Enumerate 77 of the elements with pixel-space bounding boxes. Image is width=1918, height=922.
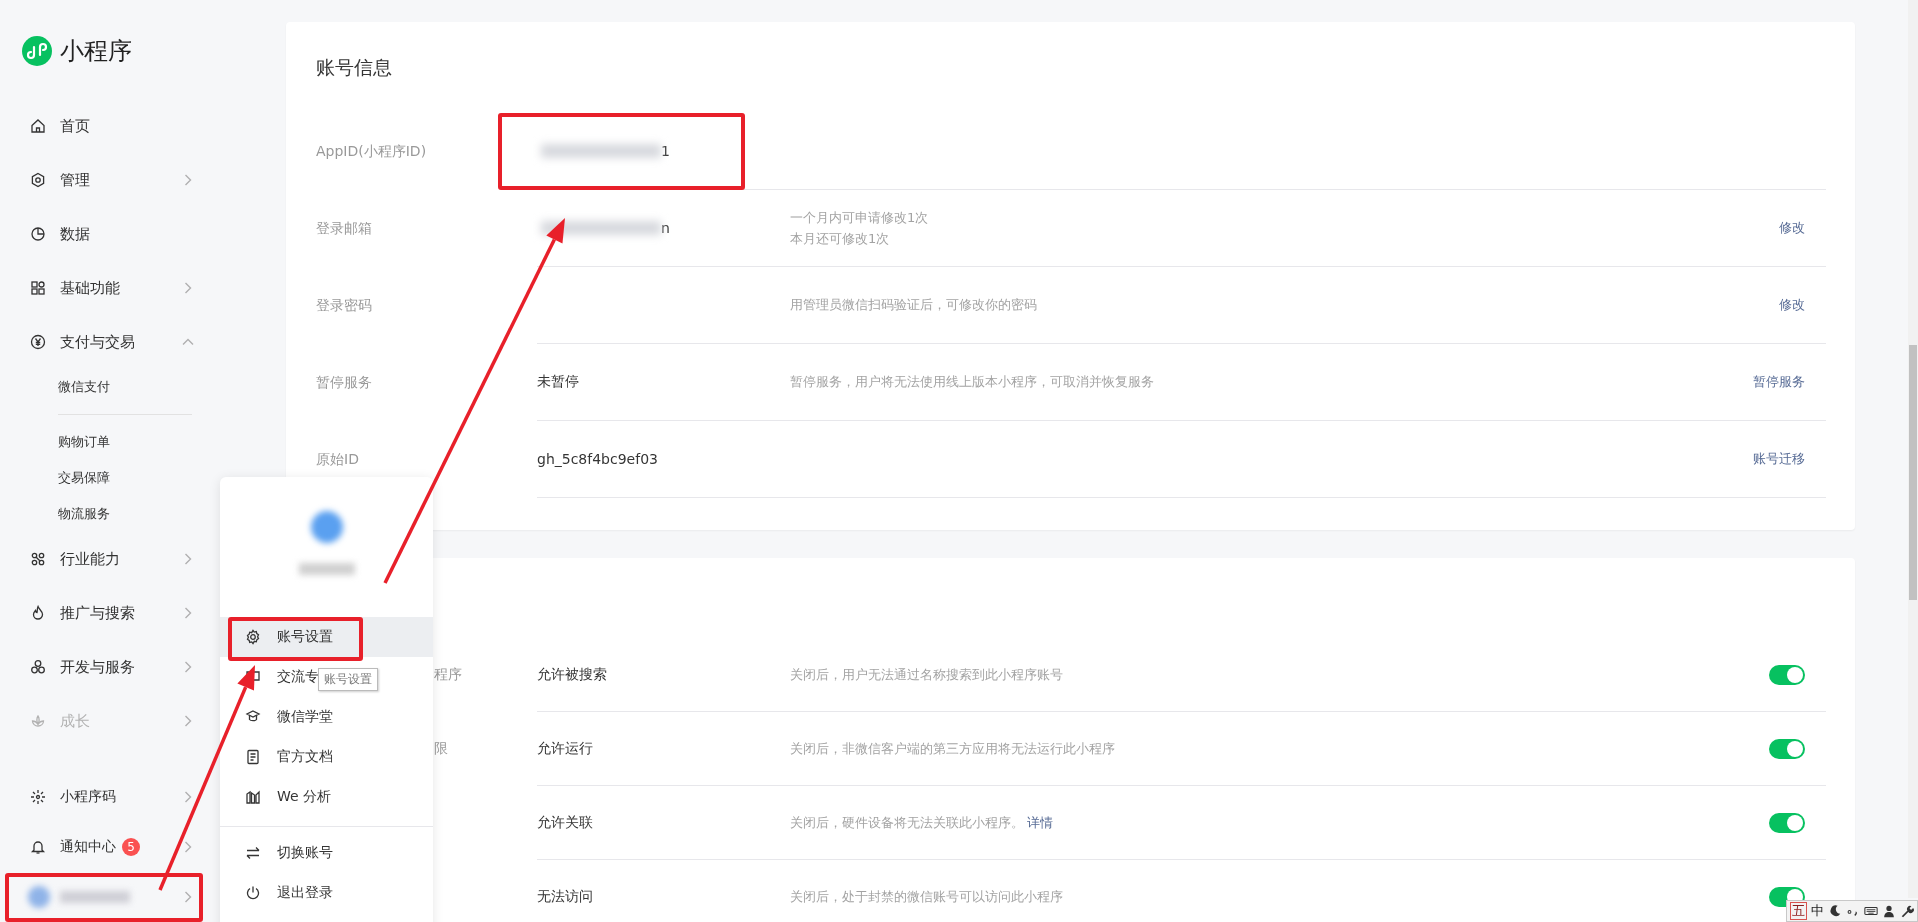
- field-note: 暂停服务，用户将无法使用线上版本小程序，可取消并恢复服务: [790, 373, 1155, 391]
- nav-subitem[interactable]: 交易保障: [0, 460, 118, 496]
- bar-chart-icon: [245, 789, 261, 805]
- keyboard-icon[interactable]: [1864, 904, 1878, 918]
- setting-label: 程序: [434, 666, 462, 684]
- card-title: 账号信息: [316, 55, 393, 80]
- tooltip: 账号设置: [318, 668, 378, 691]
- nav-item[interactable]: 首页: [0, 99, 286, 153]
- field-label: 登录密码: [316, 295, 373, 315]
- scrollbar-thumb[interactable]: [1909, 345, 1917, 600]
- swap-arrows-icon: [245, 845, 261, 861]
- settings-icon: [245, 629, 261, 645]
- menu-item[interactable]: 官方文档: [220, 737, 335, 777]
- menu-item[interactable]: 退出登录: [220, 873, 335, 913]
- setting-value: 允许关联: [537, 813, 593, 832]
- toggle-switch[interactable]: [1769, 738, 1805, 759]
- action-link[interactable]: 账号迁移: [1753, 450, 1805, 468]
- setting-value: 允许运行: [537, 739, 593, 758]
- action-link[interactable]: 修改: [1779, 219, 1805, 237]
- grid-icon: [30, 280, 46, 296]
- nav-item[interactable]: 基础功能: [0, 261, 286, 315]
- ime-key[interactable]: 五: [1790, 902, 1807, 920]
- setting-value: 无法访问: [537, 887, 593, 906]
- nav-item[interactable]: 数据: [0, 207, 286, 261]
- document-icon: [245, 749, 261, 765]
- nav-subitem[interactable]: 微信支付: [0, 369, 118, 405]
- home-icon: [30, 118, 46, 134]
- menu-item[interactable]: We 分析: [220, 777, 334, 817]
- toggle-switch[interactable]: [1769, 812, 1805, 833]
- ime-key[interactable]: 中: [1811, 903, 1824, 919]
- logo-icon: [22, 35, 52, 66]
- action-link[interactable]: 暂停服务: [1753, 373, 1805, 391]
- pie-chart-icon: [30, 226, 46, 242]
- yen-icon: [30, 334, 46, 350]
- field-value: gh_5c8f4bc9ef03: [537, 451, 658, 467]
- field-label: 原始ID: [316, 449, 360, 469]
- setting-description: 关闭后，处于封禁的微信账号可以访问此小程序: [790, 887, 1064, 906]
- scrollbar-track[interactable]: [1908, 0, 1918, 898]
- hexagon-icon: [30, 172, 46, 188]
- wrench-icon[interactable]: [1900, 904, 1914, 918]
- app-title: 小程序: [60, 35, 132, 67]
- field-label: 登录邮箱: [316, 218, 373, 238]
- setting-value: 允许被搜索: [537, 665, 607, 684]
- flame-icon: [30, 605, 46, 621]
- field-label: AppID(小程序ID): [316, 141, 428, 161]
- field-note: 本月还可修改1次: [790, 229, 891, 248]
- nav-item[interactable]: 支付与交易: [0, 315, 286, 369]
- notification-badge: 5: [122, 838, 140, 856]
- setting-description: 关闭后，非微信客户端的第三方应用将无法运行此小程序: [790, 739, 1116, 758]
- person-icon[interactable]: [1882, 904, 1896, 918]
- blurred-name: [298, 563, 355, 575]
- bell-icon: [30, 839, 46, 855]
- setting-label: 限: [434, 740, 448, 758]
- field-value: 1: [661, 143, 670, 159]
- nav-subitem[interactable]: 购物订单: [0, 424, 118, 460]
- circles-icon: [30, 659, 46, 675]
- nav-item[interactable]: 管理: [0, 153, 286, 207]
- nav-subitem[interactable]: 物流服务: [0, 496, 118, 532]
- field-note: 用管理员微信扫码验证后，可修改你的密码: [790, 296, 1038, 314]
- nav-item[interactable]: 行业能力: [0, 532, 286, 586]
- details-link[interactable]: 详情: [1027, 814, 1053, 830]
- power-icon: [245, 885, 261, 901]
- setting-description: 关闭后，用户无法通过名称搜索到此小程序账号: [790, 665, 1064, 684]
- field-value: 未暂停: [537, 373, 579, 391]
- moon-icon[interactable]: [1828, 904, 1842, 918]
- menu-item[interactable]: 微信学堂: [220, 697, 335, 737]
- setting-description: 关闭后，硬件设备将无法关联此小程序。 详情: [790, 813, 1054, 832]
- field-label: 暂停服务: [316, 372, 373, 392]
- menu-item[interactable]: 切换账号: [220, 833, 335, 873]
- field-value: n: [661, 220, 670, 236]
- lotus-icon: [30, 713, 46, 729]
- action-link[interactable]: 修改: [1779, 296, 1805, 314]
- menu-item[interactable]: 账号设置: [220, 617, 433, 657]
- toggle-switch[interactable]: [1769, 664, 1805, 685]
- nodes-icon: [30, 551, 46, 567]
- sparkle-icon: [30, 789, 46, 805]
- avatar: [310, 511, 343, 543]
